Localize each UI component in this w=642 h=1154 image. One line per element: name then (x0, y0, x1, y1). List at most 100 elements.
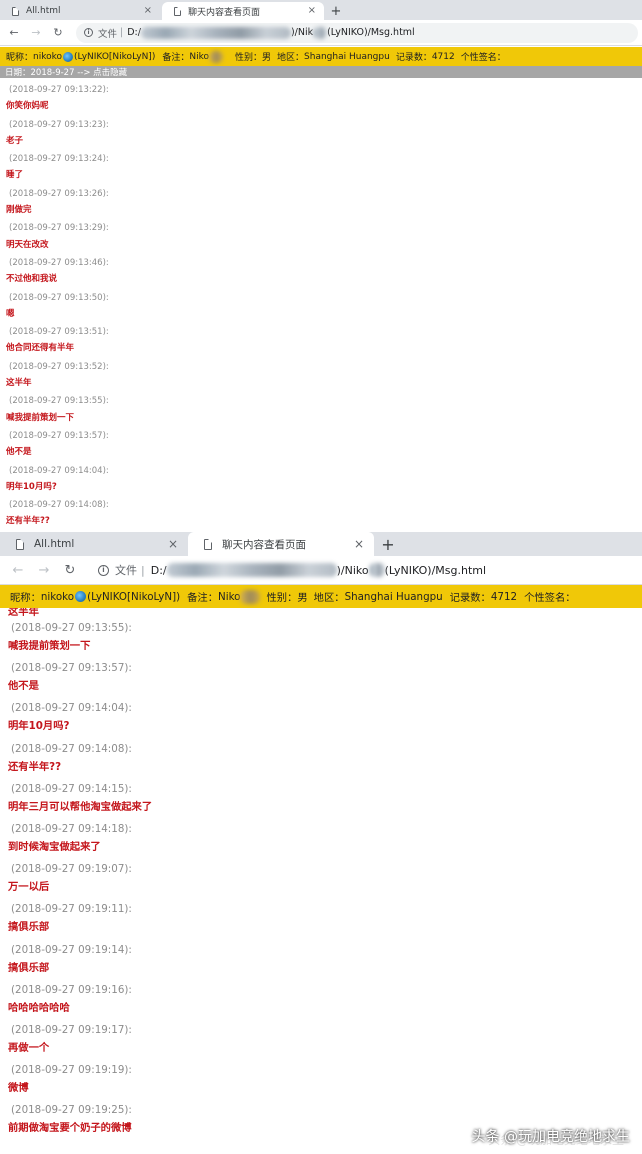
note-value: Niko (218, 590, 241, 603)
forward-icon[interactable]: → (28, 25, 44, 41)
region-value: Shanghai Huangpu (304, 51, 390, 62)
document-icon (16, 538, 24, 550)
date-header-toggle[interactable]: 日期：2018-9-27 --> 点击隐藏 (0, 66, 642, 78)
note-value: Niko (189, 51, 209, 62)
contact-info-bar: 昵称： nikoko (LyNIKO[NikoLyN]) 备注： Niko 性别… (0, 585, 642, 608)
close-tab-icon[interactable]: × (354, 537, 364, 551)
path-prefix: D:/ (127, 27, 141, 38)
path-prefix: D:/ (150, 563, 167, 577)
gender-value: 男 (262, 53, 272, 63)
nickname-label: 昵称： (10, 592, 41, 604)
address-bar[interactable]: i 文件 | D:/ )/Niko (LyNIKO)/Msg.html (88, 558, 636, 582)
message-text: 你笑你妈呢 (6, 101, 49, 112)
reload-icon[interactable]: ↻ (60, 560, 80, 580)
message-text: 明年三月可以帮他淘宝做起来了 (8, 800, 153, 813)
gender-label: 性别： (266, 592, 298, 604)
nickname-value: nikoko (33, 51, 63, 62)
message-timestamp: (2018-09-27 09:13:55): (11, 622, 132, 634)
forward-icon[interactable]: → (34, 560, 54, 580)
scheme-label: 文件 (98, 28, 118, 40)
message-text: 喊我提前策划一下 (6, 412, 75, 423)
path-mid: )/Nik (290, 27, 314, 38)
address-bar[interactable]: i 文件 | D:/ )/Nik (LyNIKO)/Msg.html (76, 22, 638, 43)
message-text: 还有半年?? (6, 516, 50, 527)
signature-label: 个性签名： (524, 592, 576, 604)
message-text: 明天在改改 (6, 239, 49, 250)
region-label: 地区： (277, 53, 305, 63)
message-timestamp: (2018-09-27 09:14:15): (11, 782, 132, 795)
message-text: 还有半年?? (8, 760, 62, 773)
message-timestamp: (2018-09-27 09:13:29): (9, 223, 109, 234)
message-timestamp: (2018-09-27 09:19:07): (11, 863, 132, 876)
browser-window-top: All.html × 聊天内容查看页面 × + ← → ↻ i 文件 | D:/… (0, 0, 642, 532)
tab-label: 聊天内容查看页面 (222, 538, 306, 551)
message-text: 嗯 (6, 308, 15, 319)
tab-chat-viewer[interactable]: 聊天内容查看页面 × (162, 2, 324, 20)
gender-value: 男 (297, 592, 308, 604)
message-text: 他不是 (8, 680, 39, 693)
close-tab-icon[interactable]: × (308, 5, 316, 16)
message-text: 明年10月吗? (8, 720, 70, 733)
redacted-path-blur (166, 563, 337, 577)
watermark-label: 头条 @玩加电竞绝地求生 (471, 1129, 630, 1145)
redacted-path-blur (313, 26, 328, 39)
tab-all-html[interactable]: All.html × (0, 532, 188, 556)
close-tab-icon[interactable]: × (168, 537, 178, 551)
region-label: 地区： (313, 592, 345, 604)
message-text: 刚做完 (6, 205, 32, 216)
region-value: Shanghai Huangpu (344, 590, 443, 603)
message-text: 喊我提前策划一下 (8, 640, 91, 653)
account-value: (LyNIKO[NikoLyN]) (87, 590, 181, 603)
message-text: 这半年 (6, 378, 32, 389)
message-text: 万一以后 (8, 881, 50, 894)
message-timestamp: (2018-09-27 09:14:18): (11, 822, 132, 835)
message-timestamp: (2018-09-27 09:13:24): (9, 154, 109, 165)
back-icon[interactable]: ← (8, 560, 28, 580)
message-timestamp: (2018-09-27 09:13:55): (9, 396, 109, 407)
contact-info-bar: 昵称： nikoko (LyNIKO[NikoLyN]) 备注： Niko 性别… (0, 47, 642, 66)
account-value: (LyNIKO[NikoLyN]) (74, 51, 156, 62)
tab-all-html[interactable]: All.html × (0, 2, 160, 20)
message-timestamp: (2018-09-27 09:19:25): (11, 1104, 132, 1117)
message-text: 他合同还得有半年 (6, 343, 75, 354)
message-timestamp: (2018-09-27 09:19:17): (11, 1023, 132, 1036)
message-timestamp: (2018-09-27 09:14:04): (11, 702, 132, 715)
redacted-note-blur (240, 589, 261, 604)
document-icon (174, 6, 181, 16)
message-text: 微博 (8, 1082, 29, 1095)
message-timestamp: (2018-09-27 09:13:23): (9, 119, 109, 130)
note-label: 备注： (162, 53, 190, 63)
browser-window-bottom: All.html × 聊天内容查看页面 × + ← → ↻ i 文件 | D:/… (0, 532, 642, 1154)
message-text: 老子 (6, 135, 24, 146)
message-text: 睡了 (6, 170, 24, 181)
scheme-label: 文件 (115, 564, 137, 577)
redacted-path-blur (368, 563, 385, 577)
message-timestamp: (2018-09-27 09:14:08): (9, 500, 109, 511)
message-timestamp: (2018-09-27 09:19:16): (11, 983, 132, 996)
message-timestamp: (2018-09-27 09:19:11): (11, 903, 132, 916)
path-end: (LyNIKO)/Msg.html (327, 27, 415, 38)
new-tab-button[interactable]: + (374, 532, 402, 556)
signature-label: 个性签名： (460, 53, 506, 63)
close-tab-icon[interactable]: × (144, 5, 152, 16)
message-timestamp: (2018-09-27 09:19:14): (11, 943, 132, 956)
nickname-value: nikoko (40, 590, 75, 603)
message-timestamp: (2018-09-27 09:13:51): (9, 327, 109, 338)
message-text-partial: 这半年 (8, 608, 39, 618)
records-label: 记录数： (449, 592, 491, 604)
document-icon (12, 6, 19, 16)
info-icon[interactable]: i (98, 564, 109, 576)
browser-toolbar: ← → ↻ i 文件 | D:/ )/Nik (LyNIKO)/Msg.html (0, 20, 642, 46)
reload-icon[interactable]: ↻ (50, 25, 66, 41)
browser-toolbar: ← → ↻ i 文件 | D:/ )/Niko (LyNIKO)/Msg.htm… (0, 556, 642, 585)
message-list: (2018-09-27 09:13:22): 你笑你妈呢 (2018-09-27 0… (0, 78, 642, 532)
info-icon[interactable]: i (84, 28, 93, 37)
path-mid: )/Niko (336, 563, 369, 577)
message-timestamp: (2018-09-27 09:13:50): (9, 292, 109, 303)
message-text: 搞俱乐部 (8, 961, 50, 974)
message-timestamp: (2018-09-27 09:13:52): (9, 361, 109, 372)
tab-chat-viewer[interactable]: 聊天内容查看页面 × (188, 532, 374, 556)
new-tab-button[interactable]: + (324, 2, 348, 20)
note-label: 备注： (187, 592, 219, 604)
back-icon[interactable]: ← (6, 25, 22, 41)
